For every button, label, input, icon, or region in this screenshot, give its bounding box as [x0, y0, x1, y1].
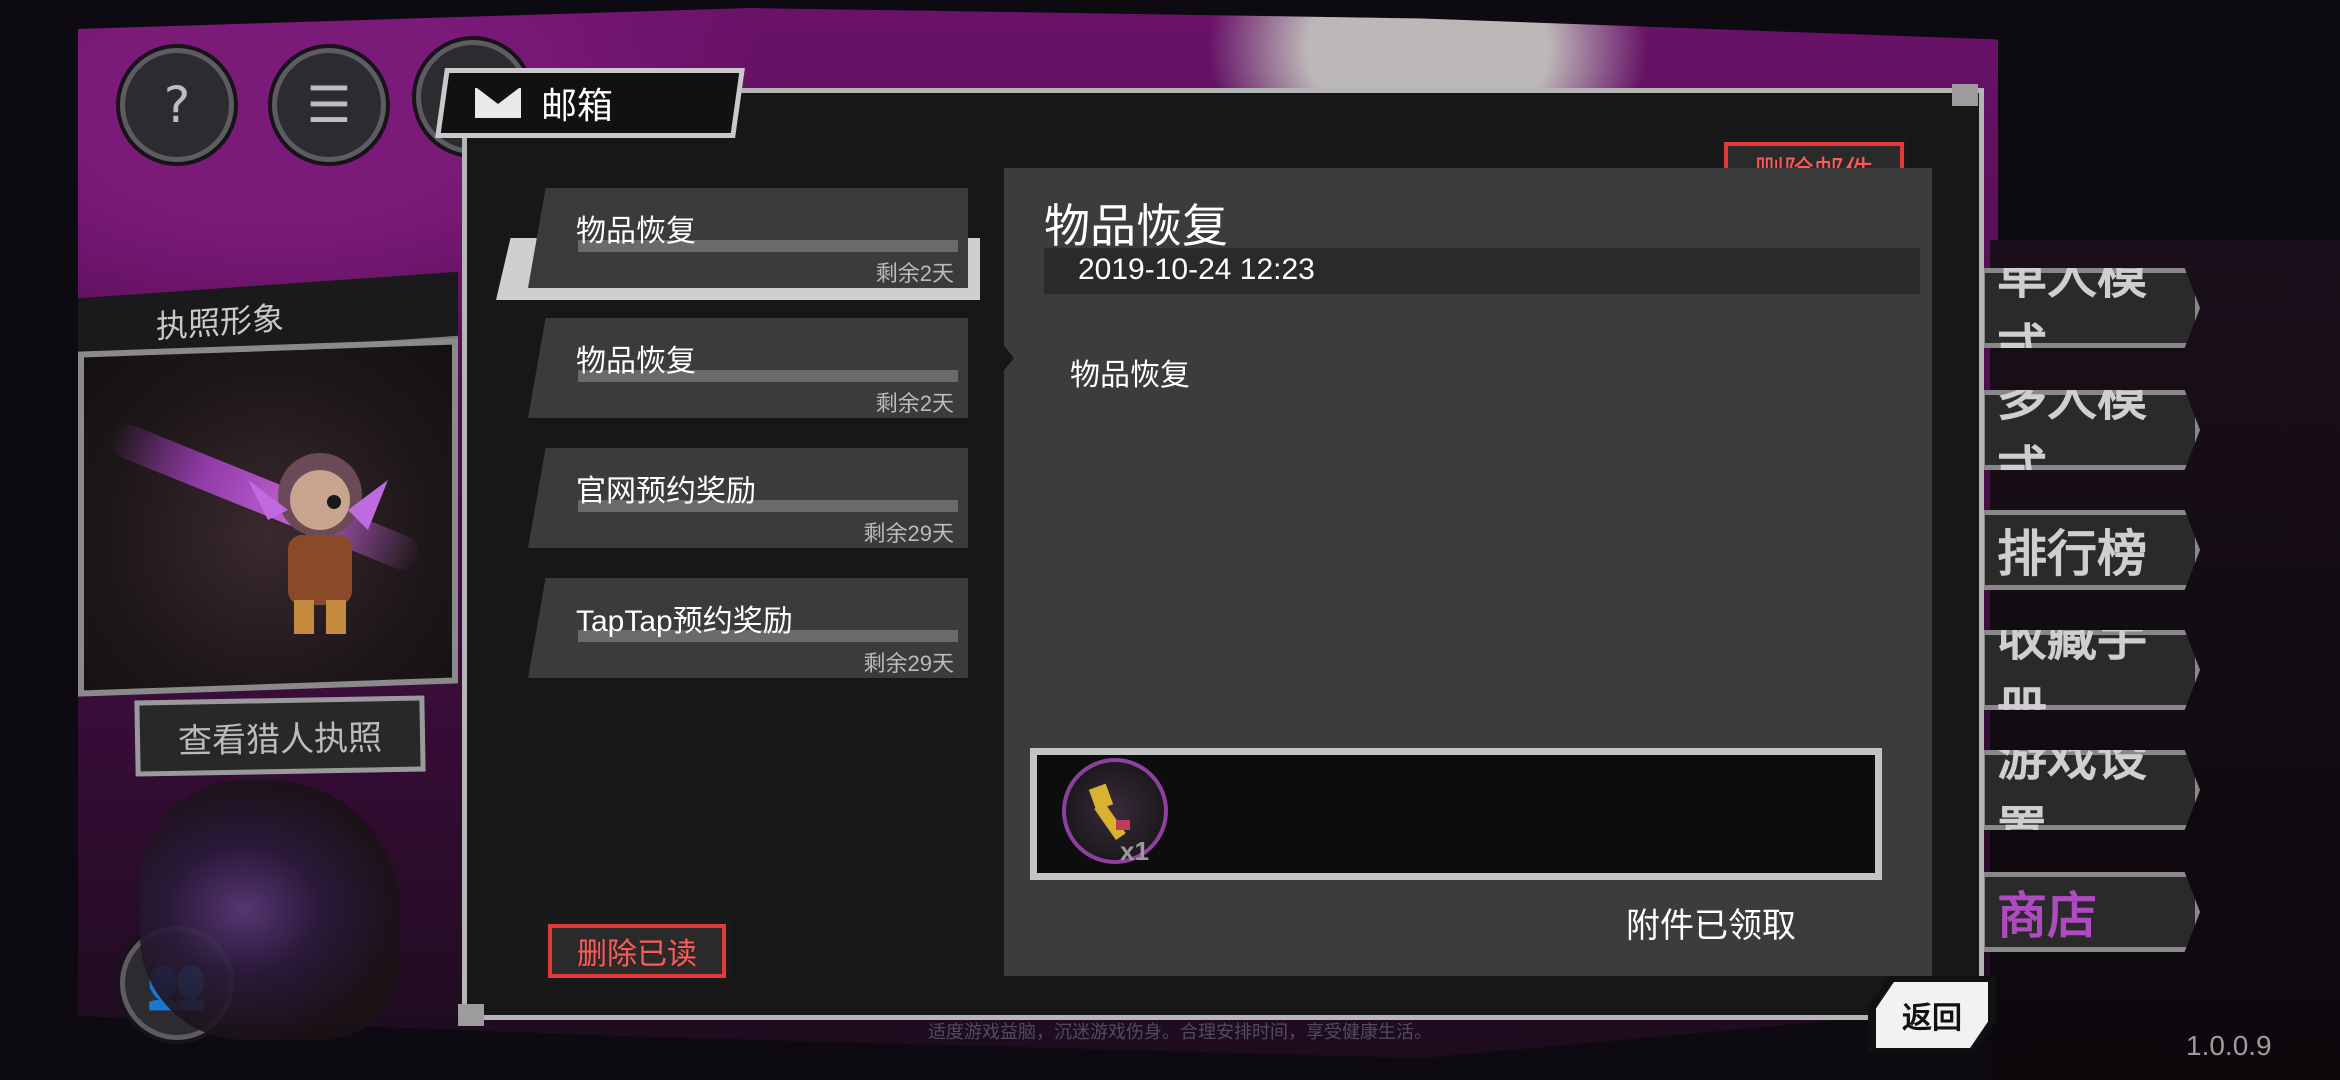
- back-button[interactable]: 返回: [1876, 982, 1988, 1048]
- attachment-quantity: x1: [1120, 836, 1149, 866]
- mail-remaining: 剩余29天: [863, 521, 954, 546]
- back-label: 返回: [1902, 1002, 1962, 1035]
- mail-date: 2019-10-24 12:23: [1078, 253, 1315, 286]
- mail-subject: 物品恢复: [576, 345, 696, 378]
- menu-leaderboard[interactable]: 排行榜: [1980, 510, 2200, 590]
- list-item[interactable]: 物品恢复 剩余2天: [528, 318, 968, 418]
- background-cave-art: [140, 780, 400, 1040]
- notice-icon[interactable]: ☰: [272, 48, 386, 162]
- key-icon: [1088, 783, 1130, 841]
- mail-subject: 物品恢复: [576, 215, 696, 248]
- list-item[interactable]: 官网预约奖励 剩余29天: [528, 448, 968, 548]
- mail-remaining: 剩余29天: [863, 651, 954, 676]
- menu-single-mode[interactable]: 单人模式: [1980, 268, 2200, 348]
- menu-settings[interactable]: 游戏设置: [1980, 750, 2200, 830]
- list-item[interactable]: 物品恢复 剩余2天: [528, 188, 968, 288]
- dialog-title: 邮箱: [541, 85, 614, 126]
- attachment-item[interactable]: [1062, 758, 1168, 864]
- health-tip: 适度游戏益脑，沉迷游戏伤身。合理安排时间，享受健康生活。: [928, 1022, 1432, 1042]
- mail-detail-title: 物品恢复: [1044, 200, 1228, 252]
- view-license-button[interactable]: 查看猎人执照: [134, 695, 426, 777]
- menu-multi-mode[interactable]: 多人模式: [1980, 390, 2200, 470]
- envelope-icon: [475, 88, 521, 118]
- list-item[interactable]: TapTap预约奖励 剩余29天: [528, 578, 968, 678]
- menu-collection[interactable]: 收藏手册: [1980, 630, 2200, 710]
- mail-subject: 官网预约奖励: [576, 475, 756, 508]
- attachment-status: 附件已领取: [1626, 907, 1796, 945]
- mail-body: 物品恢复: [1070, 359, 1190, 392]
- mail-dialog-title-tab: 邮箱: [435, 68, 745, 138]
- version-label: 1.0.0.9: [2186, 1030, 2272, 1061]
- detail-pointer: [996, 336, 1014, 380]
- corner-decoration: [1952, 84, 1978, 106]
- mail-remaining: 剩余2天: [875, 391, 954, 416]
- menu-shop[interactable]: 商店: [1980, 872, 2200, 952]
- support-icon[interactable]: ?: [120, 48, 234, 162]
- avatar-character: [248, 453, 388, 634]
- corner-decoration: [458, 1004, 484, 1026]
- mail-subject: TapTap预约奖励: [576, 605, 793, 638]
- mail-remaining: 剩余2天: [875, 261, 954, 286]
- delete-read-button[interactable]: 删除已读: [548, 924, 726, 978]
